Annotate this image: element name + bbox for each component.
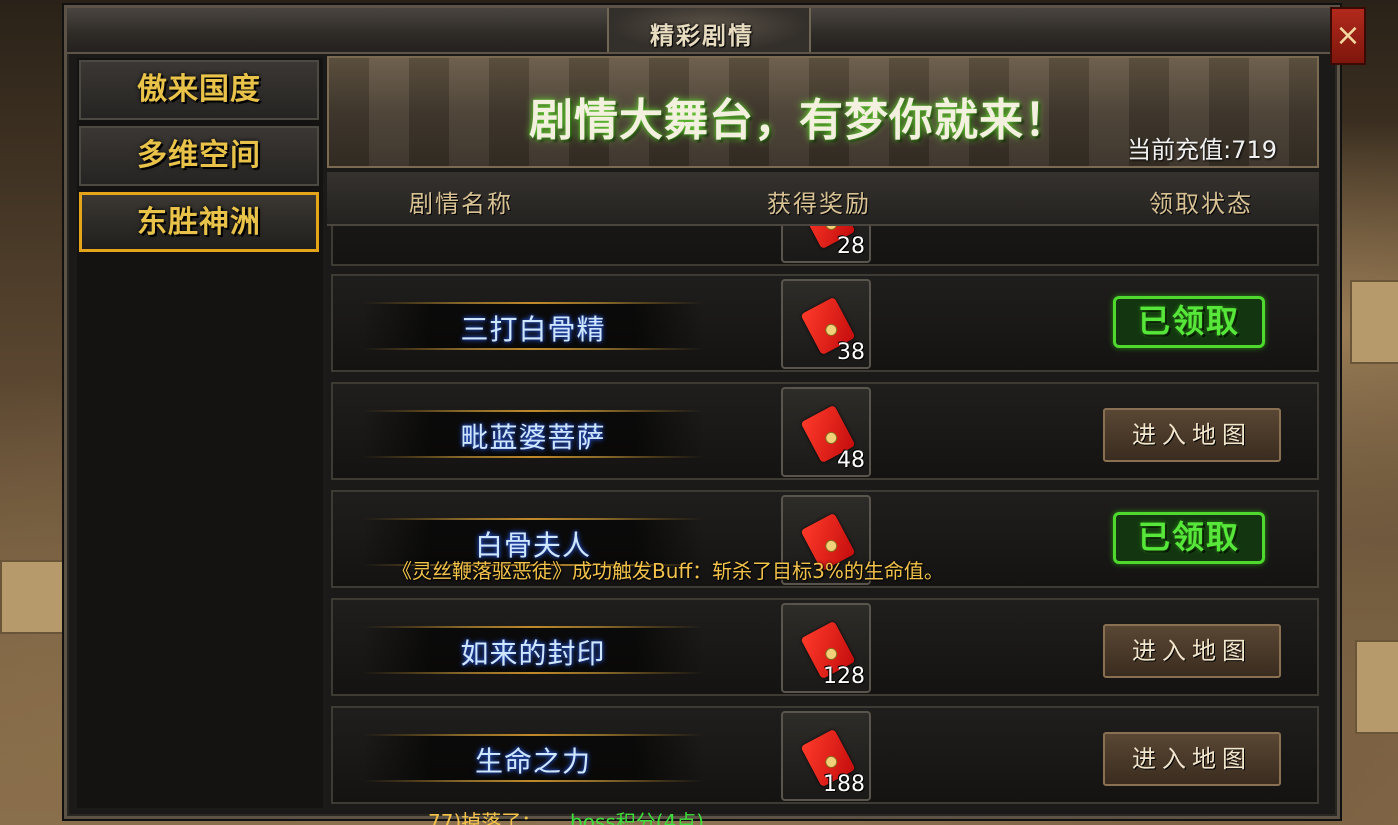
- world-crate: [1355, 640, 1398, 734]
- table-row: 三打白骨精 38 已领取: [331, 274, 1319, 372]
- region-sidebar: 傲来国度 多维空间 东胜神洲: [77, 58, 323, 808]
- story-name: 如来的封印: [460, 637, 606, 670]
- story-name: 毗蓝婆菩萨: [460, 421, 606, 454]
- story-name: 生命之力: [474, 745, 591, 778]
- enter-map-button[interactable]: 进入地图: [1103, 624, 1281, 678]
- combat-buff-message: 《灵丝鞭落驱恶徒》成功触发Buff：斩杀了目标3%的生命值。: [392, 559, 944, 583]
- story-name: 三打白骨精: [460, 313, 606, 346]
- reward-slot[interactable]: 188: [781, 711, 871, 801]
- title-bar: 精彩剧情: [67, 8, 1337, 54]
- table-header: 剧情名称 获得奖励 领取状态: [327, 172, 1319, 226]
- header-story-name: 剧情名称: [409, 190, 513, 218]
- close-button[interactable]: ×: [1330, 7, 1366, 65]
- story-list[interactable]: 28 三打白骨精 38 已领取 毗蓝婆菩萨 48 进入地图 白骨夫人 已领取 如…: [327, 226, 1319, 808]
- enter-map-button[interactable]: 进入地图: [1103, 408, 1281, 462]
- sidebar-item-dongsheng[interactable]: 东胜神洲: [79, 192, 319, 252]
- reward-count: 48: [837, 448, 865, 473]
- story-panel: 精彩剧情 傲来国度 多维空间 东胜神洲 剧情大舞台，有梦你就来！ 当前充值:71…: [64, 5, 1340, 819]
- sidebar-item-multidimensional[interactable]: 多维空间: [79, 126, 319, 186]
- claimed-badge: 已领取: [1113, 296, 1265, 348]
- reward-slot[interactable]: 48: [781, 387, 871, 477]
- reward-slot[interactable]: 38: [781, 279, 871, 369]
- claimed-badge: 已领取: [1113, 512, 1265, 564]
- window-title: 精彩剧情: [650, 22, 754, 50]
- chat-strip: 77)掉落了： boss积分(4点): [370, 812, 890, 825]
- close-icon: ×: [1335, 18, 1361, 53]
- table-row-partial: 28: [331, 226, 1319, 266]
- story-banner: 剧情大舞台，有梦你就来！ 当前充值:719: [327, 56, 1319, 168]
- chat-drop-prefix: 77)掉落了：: [428, 812, 542, 825]
- reward-count: 128: [823, 664, 865, 689]
- table-row: 生命之力 188 进入地图: [331, 706, 1319, 804]
- header-reward: 获得奖励: [767, 190, 871, 218]
- world-crate: [0, 560, 64, 634]
- reward-count: 28: [837, 234, 865, 259]
- sidebar-item-aolai[interactable]: 傲来国度: [79, 60, 319, 120]
- banner-slogan: 剧情大舞台，有梦你就来！: [529, 95, 1069, 146]
- reward-count: 38: [837, 340, 865, 365]
- chat-drop-item: boss积分(4点): [570, 812, 705, 825]
- header-claim-status: 领取状态: [1149, 190, 1253, 218]
- table-row: 如来的封印 128 进入地图: [331, 598, 1319, 696]
- reward-count: 188: [823, 772, 865, 797]
- world-crate: [1350, 280, 1398, 364]
- reward-slot[interactable]: 28: [781, 226, 871, 263]
- table-row: 毗蓝婆菩萨 48 进入地图: [331, 382, 1319, 480]
- reward-slot[interactable]: 128: [781, 603, 871, 693]
- recharge-amount: 当前充值:719: [1127, 136, 1277, 164]
- enter-map-button[interactable]: 进入地图: [1103, 732, 1281, 786]
